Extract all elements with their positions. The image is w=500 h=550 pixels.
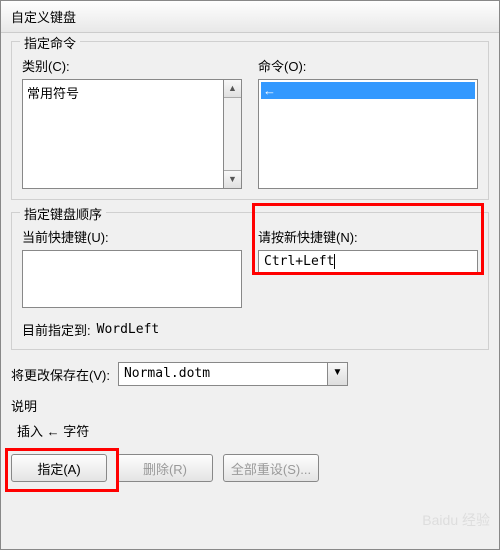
title-bar: 自定义键盘 [1,1,499,33]
group-sequence: 指定键盘顺序 当前快捷键(U): 请按新快捷键(N): Ctrl+Left 目前… [11,212,489,350]
assigned-to-label: 目前指定到: [22,320,91,339]
group-sequence-title: 指定键盘顺序 [20,204,106,223]
assign-button-highlight: 指定(A) [11,454,107,482]
save-in-value: Normal.dotm [119,363,327,385]
new-shortcut-highlight: 请按新快捷键(N): Ctrl+Left [258,227,478,274]
list-item[interactable]: 常用符号 [25,82,221,103]
command-label: 命令(O): [258,56,478,75]
category-listbox[interactable]: 常用符号 [22,79,224,189]
scroll-down-icon[interactable]: ▼ [224,170,241,188]
description-text: 插入 ← 字符 [17,421,489,440]
group-command-title: 指定命令 [20,33,80,52]
new-shortcut-input[interactable]: Ctrl+Left [258,250,478,274]
save-in-combobox[interactable]: Normal.dotm ▼ [118,362,348,386]
reset-button[interactable]: 全部重设(S)... [223,454,319,482]
assigned-to-value: WordLeft [97,322,160,337]
description-section: 说明 插入 ← 字符 [11,396,489,440]
watermark: Baidu 经验 [422,510,490,530]
assign-button[interactable]: 指定(A) [11,454,107,482]
group-command: 指定命令 类别(C): 常用符号 ▲ ▼ [11,41,489,200]
save-in-label: 将更改保存在(V): [11,365,110,384]
description-label: 说明 [11,396,489,415]
scroll-up-icon[interactable]: ▲ [224,80,241,98]
scroll-track[interactable] [224,98,241,170]
save-in-row: 将更改保存在(V): Normal.dotm ▼ [11,362,489,386]
category-label: 类别(C): [22,56,242,75]
current-shortcut-listbox[interactable] [22,250,242,308]
category-scrollbar[interactable]: ▲ ▼ [224,79,242,189]
window-title: 自定义键盘 [11,10,76,25]
command-listbox[interactable]: ← [258,79,478,189]
button-row: 指定(A) 删除(R) 全部重设(S)... [11,454,489,482]
new-shortcut-label: 请按新快捷键(N): [258,227,478,246]
arrow-left-icon: ← [263,83,276,98]
list-item[interactable]: ← [261,82,475,99]
chevron-down-icon[interactable]: ▼ [327,363,347,385]
current-shortcut-label: 当前快捷键(U): [22,227,242,246]
remove-button[interactable]: 删除(R) [117,454,213,482]
